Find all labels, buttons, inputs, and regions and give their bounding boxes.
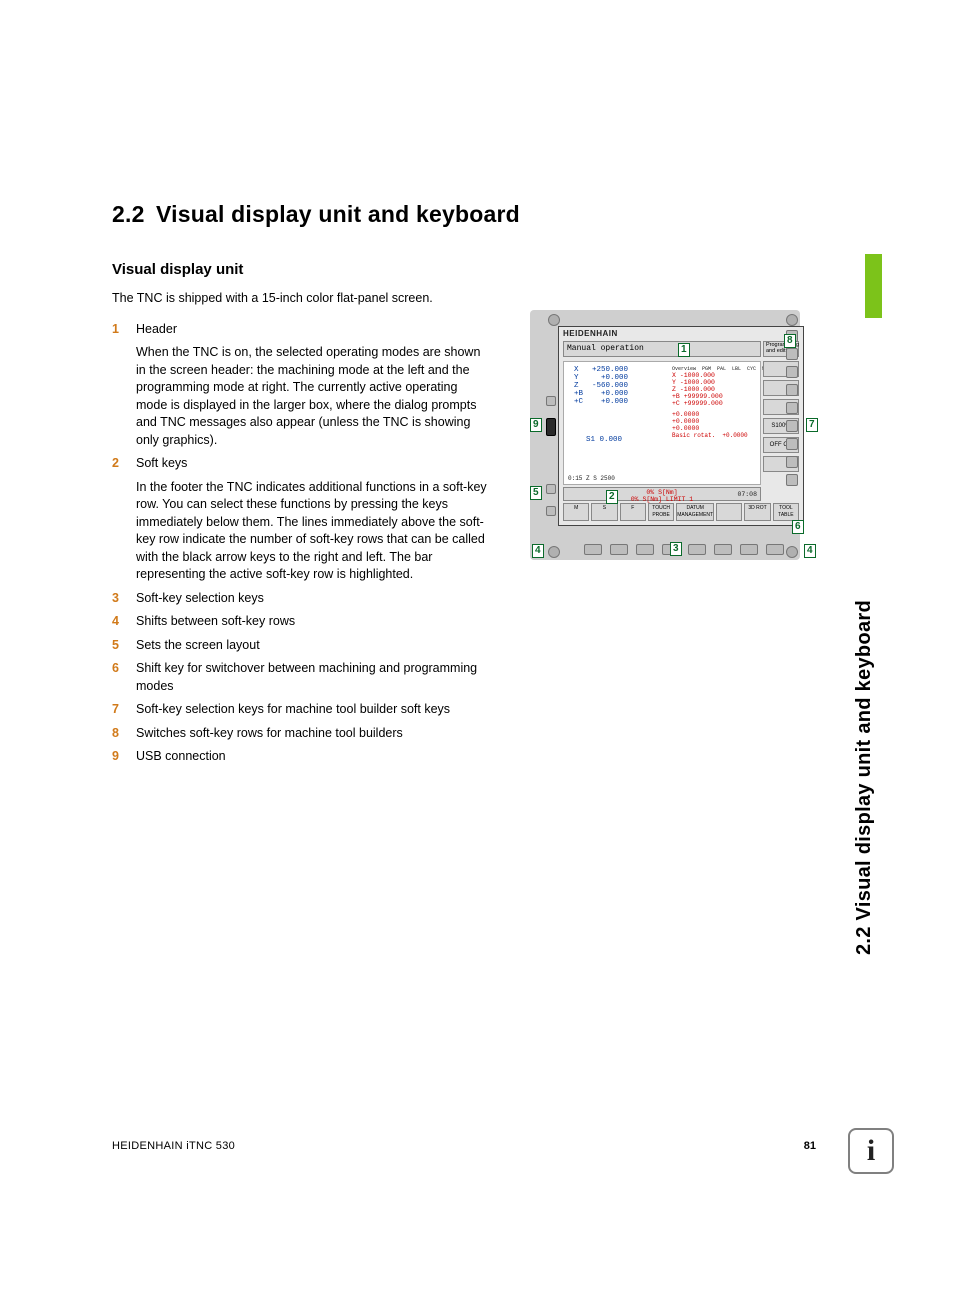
softkey[interactable]: DATUM MANAGEMENT [676, 503, 714, 521]
list-item: 9 USB connection [112, 748, 492, 766]
usb-port-icon[interactable] [546, 418, 556, 436]
list-desc: When the TNC is on, the selected operati… [136, 344, 492, 449]
callout-2: 2 [606, 490, 618, 504]
bezel-button[interactable] [786, 438, 798, 450]
bezel-button[interactable] [786, 348, 798, 360]
bezel-button[interactable] [786, 384, 798, 396]
bezel-button[interactable] [786, 420, 798, 432]
softkey[interactable] [716, 503, 742, 521]
softkey-row: M S F TOUCH PROBE DATUM MANAGEMENT 3D RO… [563, 503, 799, 521]
numbered-list: 1 Header When the TNC is on, the selecte… [112, 321, 492, 766]
brand-label: HEIDENHAIN [563, 329, 618, 338]
bezel-button[interactable] [786, 456, 798, 468]
footer-left: HEIDENHAIN iTNC 530 [112, 1140, 235, 1152]
clock: 07:08 [737, 491, 757, 498]
bezel-button[interactable] [584, 544, 602, 555]
bezel-button[interactable] [714, 544, 732, 555]
right-bezel [786, 330, 800, 530]
callout-6: 6 [792, 520, 804, 534]
header-left: Manual operation [563, 341, 761, 357]
bezel-button[interactable] [546, 484, 556, 494]
callout-5: 5 [530, 486, 542, 500]
softkey[interactable]: S [591, 503, 617, 521]
list-item: 6 Shift key for switchover between machi… [112, 660, 492, 695]
callout-4-right: 4 [804, 544, 816, 558]
screw-icon [786, 314, 798, 326]
bezel-button[interactable] [610, 544, 628, 555]
list-number: 4 [112, 613, 126, 631]
list-title: Header [136, 321, 492, 339]
list-number: 7 [112, 701, 126, 719]
bezel-button[interactable] [546, 506, 556, 516]
callout-3: 3 [670, 542, 682, 556]
list-item: 8 Switches soft-key rows for machine too… [112, 725, 492, 743]
bezel-button[interactable] [786, 402, 798, 414]
section-number: 2.2 [112, 200, 156, 229]
list-item: 4 Shifts between soft-key rows [112, 613, 492, 631]
list-number: 9 [112, 748, 126, 766]
page-number: 81 [804, 1140, 816, 1152]
list-title: Soft keys [136, 455, 492, 473]
callout-1: 1 [678, 343, 690, 357]
info-icon: i [848, 1128, 894, 1174]
screen-body: X +250.000 Y +0.000 Z -560.000 +B +0.000… [563, 361, 761, 485]
callout-8: 8 [784, 334, 796, 348]
monitor-frame: HEIDENHAIN Manual operation Programming … [530, 310, 800, 560]
bezel-button[interactable] [766, 544, 784, 555]
section-title: Visual display unit and keyboard [156, 201, 520, 227]
list-desc: In the footer the TNC indicates addition… [136, 479, 492, 584]
bezel-button[interactable] [688, 544, 706, 555]
axis-readout: X +250.000 Y +0.000 Z -560.000 +B +0.000… [574, 366, 628, 406]
section-heading: 2.2Visual display unit and keyboard [112, 200, 816, 229]
intro-text: The TNC is shipped with a 15-inch color … [112, 290, 816, 307]
bottom-bezel [558, 544, 810, 560]
callout-7: 7 [806, 418, 818, 432]
figure-tnc-screen: HEIDENHAIN Manual operation Programming … [514, 310, 816, 576]
softkey[interactable]: TOUCH PROBE [648, 503, 674, 521]
list-number: 8 [112, 725, 126, 743]
list-item: 2 Soft keys In the footer the TNC indica… [112, 455, 492, 584]
side-tab-label: 2.2 Visual display unit and keyboard [853, 600, 876, 955]
list-number: 6 [112, 660, 126, 695]
softkey[interactable]: F [620, 503, 646, 521]
list-title: Soft-key selection keys [136, 590, 492, 608]
side-tab: 2.2 Visual display unit and keyboard [848, 196, 882, 600]
list-item: 7 Soft-key selection keys for machine to… [112, 701, 492, 719]
q-readout: 0:15 Z S 2500 [568, 475, 615, 482]
bezel-button[interactable] [546, 396, 556, 406]
s1-readout: S1 0.000 [586, 436, 622, 444]
bezel-button[interactable] [740, 544, 758, 555]
softkey[interactable]: 3D ROT [744, 503, 770, 521]
subheading: Visual display unit [112, 261, 816, 278]
side-tab-accent [865, 254, 882, 318]
list-number: 1 [112, 321, 126, 450]
list-title: Shifts between soft-key rows [136, 613, 492, 631]
screw-icon [548, 314, 560, 326]
bezel-button[interactable] [636, 544, 654, 555]
callout-4-left: 4 [532, 544, 544, 558]
softkey[interactable]: M [563, 503, 589, 521]
page-footer: HEIDENHAIN iTNC 530 81 [112, 1140, 816, 1152]
list-title: Soft-key selection keys for machine tool… [136, 701, 492, 719]
list-number: 5 [112, 637, 126, 655]
status-bar: 0% S[Nm] 0% S[Nm] LIMIT 1 07:08 [563, 487, 761, 501]
bezel-button[interactable] [786, 366, 798, 378]
list-number: 2 [112, 455, 126, 584]
list-title: Shift key for switchover between machini… [136, 660, 492, 695]
list-title: USB connection [136, 748, 492, 766]
list-number: 3 [112, 590, 126, 608]
list-item: 3 Soft-key selection keys [112, 590, 492, 608]
list-title: Sets the screen layout [136, 637, 492, 655]
list-item: 5 Sets the screen layout [112, 637, 492, 655]
callout-9: 9 [530, 418, 542, 432]
bezel-button[interactable] [786, 474, 798, 486]
left-bezel [546, 396, 558, 536]
list-title: Switches soft-key rows for machine tool … [136, 725, 492, 743]
list-item: 1 Header When the TNC is on, the selecte… [112, 321, 492, 450]
